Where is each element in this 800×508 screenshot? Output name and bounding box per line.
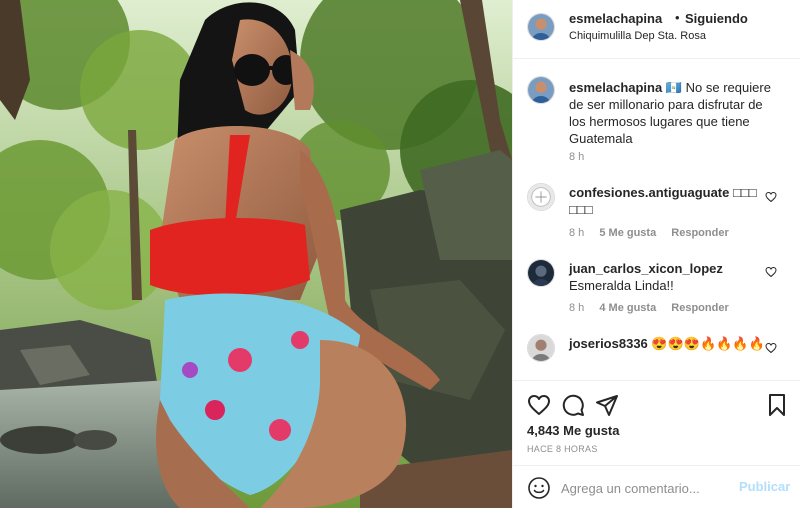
add-comment-row: Publicar (513, 465, 800, 508)
comments-list: esmelachapina 🇬🇹 No se requiere de ser m… (513, 60, 800, 380)
post-sidebar: esmelachapina • Siguiendo Chiquimulilla … (512, 0, 800, 508)
comment-likes[interactable]: 5 Me gusta (599, 227, 656, 239)
likes-count[interactable]: 4,843 Me gusta (527, 423, 620, 438)
post-time[interactable]: HACE 8 HORAS (527, 444, 598, 454)
comment-meta: 8 h 5 Me gusta Responder (569, 227, 741, 239)
post-actions: 4,843 Me gusta HACE 8 HORAS Publicar (513, 380, 800, 508)
comment-like-icon[interactable] (765, 342, 777, 354)
smiley-icon[interactable] (527, 476, 551, 500)
comment-meta: 8 h 4 Me gusta Responder (569, 302, 741, 314)
comment-text: joserios8336 😍😍😍🔥🔥🔥🔥 (569, 335, 777, 352)
comment-age[interactable]: 8 h (569, 227, 584, 239)
comment-text: juan_carlos_xicon_lopez Esmeralda Linda!… (569, 260, 777, 294)
comment-username[interactable]: confesiones.antiguaguate (569, 185, 729, 200)
caption-username[interactable]: esmelachapina (569, 80, 662, 95)
author-avatar[interactable] (527, 13, 555, 41)
comment-text: confesiones.antiguaguate □□□ □□□ (569, 184, 777, 218)
comment-input[interactable] (561, 478, 741, 498)
comment-body: Esmeralda Linda!! (569, 278, 674, 293)
comment-username[interactable]: joserios8336 (569, 336, 648, 351)
comment-body: 😍😍😍🔥🔥🔥🔥 (651, 336, 765, 351)
post-header: esmelachapina • Siguiendo Chiquimulilla … (513, 0, 800, 59)
comment-like-icon[interactable] (765, 266, 777, 278)
caption-text: esmelachapina 🇬🇹 No se requiere de ser m… (569, 79, 777, 147)
caption-meta: 8 h (569, 151, 596, 163)
comment-avatar[interactable] (527, 334, 555, 362)
comment-age[interactable]: 8 h (569, 302, 584, 314)
caption-age[interactable]: 8 h (569, 151, 584, 163)
header-separator: • (675, 10, 680, 25)
caption-avatar[interactable] (527, 76, 555, 104)
bookmark-icon[interactable] (765, 393, 789, 417)
location-link[interactable]: Chiquimulilla Dep Sta. Rosa (569, 30, 706, 42)
comment-like-icon[interactable] (765, 191, 777, 203)
comment-icon[interactable] (561, 393, 585, 417)
comment-likes[interactable]: 4 Me gusta (599, 302, 656, 314)
reply-button[interactable]: Responder (671, 227, 728, 239)
flag-icon: 🇬🇹 (665, 80, 683, 95)
photo-illustration (0, 0, 512, 508)
comment-avatar[interactable] (527, 183, 555, 211)
comment-username[interactable]: juan_carlos_xicon_lopez (569, 261, 723, 276)
paper-plane-icon[interactable] (595, 393, 619, 417)
author-username[interactable]: esmelachapina (569, 11, 662, 26)
instagram-post: esmelachapina • Siguiendo Chiquimulilla … (0, 0, 800, 508)
post-photo[interactable] (0, 0, 512, 508)
heart-icon[interactable] (527, 393, 551, 417)
following-button[interactable]: Siguiendo (685, 11, 748, 26)
comment-avatar[interactable] (527, 259, 555, 287)
reply-button[interactable]: Responder (671, 302, 728, 314)
publish-button[interactable]: Publicar (739, 479, 790, 494)
